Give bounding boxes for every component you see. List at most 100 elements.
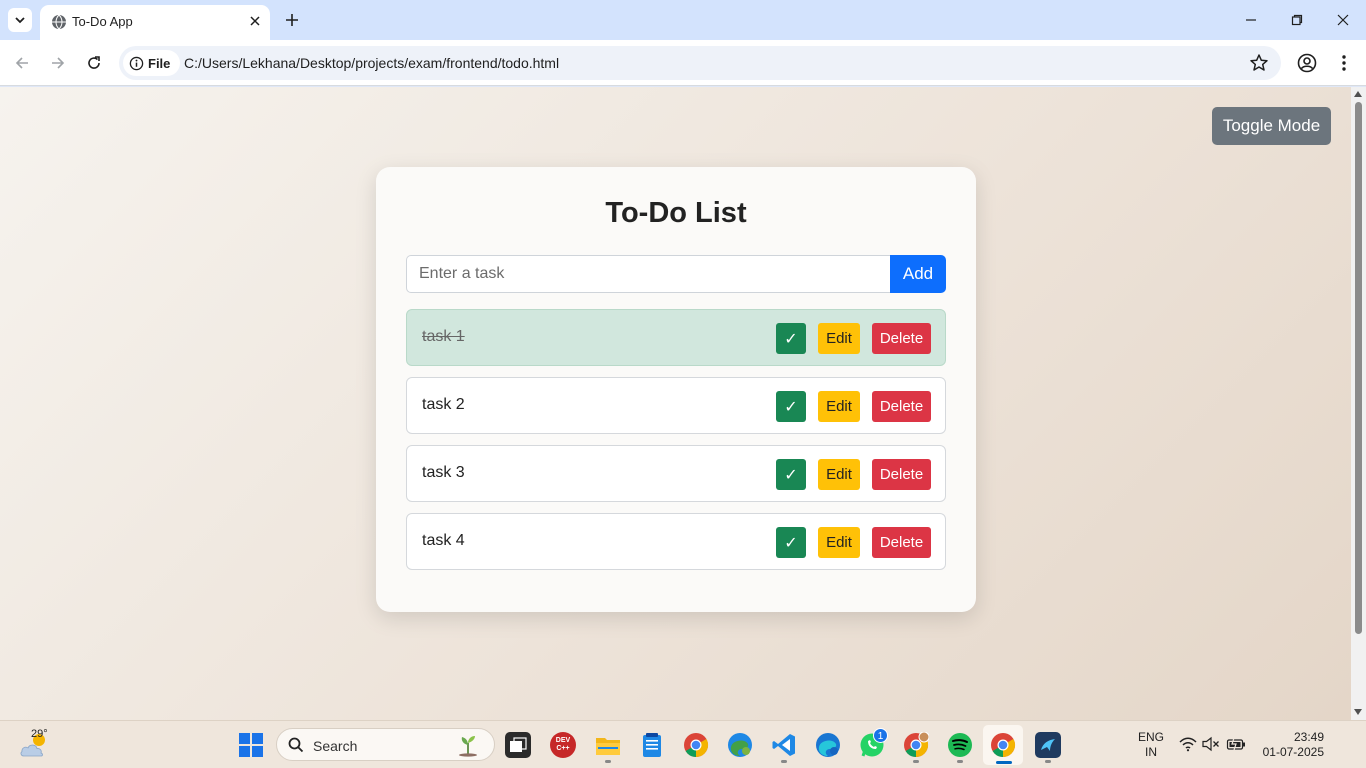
url-text[interactable]: C:/Users/Lekhana/Desktop/projects/exam/f… [184,55,559,71]
battery-icon[interactable] [1226,736,1246,752]
edge-beta-icon[interactable] [815,732,841,758]
new-tab-button[interactable] [282,10,302,30]
scroll-up-arrow-icon[interactable] [1354,91,1362,97]
tab-title: To-Do App [72,14,133,29]
vscode-glyph-icon [772,734,795,756]
running-indicator [913,760,919,763]
info-icon [129,56,144,70]
todo-card: To-Do List Add task 1 ✓ Edit Delete task 2 ✓ E… [376,167,976,612]
toggle-mode-button[interactable]: Toggle Mode [1212,107,1331,145]
running-indicator [605,760,611,763]
tab-close-button[interactable] [246,12,264,30]
add-button[interactable]: Add [890,255,946,293]
windows-start-icon[interactable] [239,733,263,757]
edit-task-button[interactable]: Edit [818,323,860,354]
chrome-glyph-icon [991,733,1016,757]
vscode-icon[interactable] [771,732,797,758]
profile-button[interactable] [1295,51,1319,75]
scroll-thumb[interactable] [1355,102,1362,634]
active-app-indicator [996,761,1012,764]
restore-button[interactable] [1285,8,1309,32]
globe-icon [52,14,66,30]
file-explorer-icon[interactable] [595,732,621,758]
task-text: task 1 [422,328,465,345]
menu-button[interactable] [1332,51,1356,75]
task-text: task 4 [422,532,465,549]
wifi-icon[interactable] [1179,736,1197,752]
delete-task-button[interactable]: Delete [872,323,931,354]
notepad-icon[interactable] [639,732,665,758]
browser-toolbar: File C:/Users/Lekhana/Desktop/projects/e… [0,40,1366,86]
region-code: IN [1145,745,1157,759]
running-indicator [1045,760,1051,763]
language-code: ENG [1138,730,1165,744]
task-text: task 2 [422,396,465,413]
notepad-glyph-icon [643,733,661,757]
delete-task-button[interactable]: Delete [872,527,931,558]
site-info-chip[interactable]: File [123,50,181,76]
minimize-button[interactable] [1239,8,1263,32]
dolphin-icon [1041,739,1055,751]
weather-temperature: 29° [31,728,48,740]
tab-search-button[interactable] [8,8,32,32]
language-indicator[interactable]: ENG IN [1138,730,1164,760]
forward-button[interactable] [46,51,70,75]
plant-icon [459,736,477,757]
edge-glyph-icon [728,733,752,757]
page-scrollbar[interactable] [1351,87,1366,720]
star-icon[interactable] [1249,53,1269,73]
edit-task-button[interactable]: Edit [818,391,860,422]
task-row: task 1 ✓ Edit Delete [406,309,946,366]
chrome-glyph-icon [904,732,929,757]
restore-icon [1291,14,1303,26]
complete-task-button[interactable]: ✓ [776,527,806,558]
whatsapp-badge: 1 [873,728,888,743]
edge-glyph-icon [816,733,840,757]
minimize-icon [1246,19,1256,21]
task-input[interactable] [406,255,890,293]
spotify-icon[interactable] [947,732,973,758]
chevron-down-icon [15,17,25,24]
complete-task-button[interactable]: ✓ [776,391,806,422]
complete-task-button[interactable]: ✓ [776,323,806,354]
site-chip-label: File [148,55,171,71]
plus-icon [286,14,298,26]
spotify-glyph-icon [948,733,972,757]
tab-todo-app[interactable]: To-Do App [40,5,270,40]
back-button[interactable] [10,51,34,75]
close-icon [1337,14,1349,26]
delete-task-button[interactable]: Delete [872,391,931,422]
mysql-workbench-icon[interactable] [1035,732,1061,758]
chrome-profile-icon[interactable] [903,732,929,758]
delete-task-button[interactable]: Delete [872,459,931,490]
edge-icon[interactable] [727,732,753,758]
edit-task-button[interactable]: Edit [818,527,860,558]
running-indicator [957,760,963,763]
system-clock[interactable]: 23:49 01-07-2025 [1258,730,1324,760]
taskbar-search[interactable]: Search [276,728,495,761]
chrome-active-icon[interactable] [990,732,1016,758]
arrow-right-icon [52,57,65,69]
address-bar[interactable]: File C:/Users/Lekhana/Desktop/projects/e… [119,46,1281,80]
more-vertical-icon [1342,55,1346,71]
devcpp-icon[interactable]: DEV C++ [550,732,576,758]
clock-time: 23:49 [1293,730,1324,744]
edit-task-button[interactable]: Edit [818,459,860,490]
task-text: task 3 [422,464,465,481]
window-close-button[interactable] [1331,8,1355,32]
page-viewport: Toggle Mode To-Do List Add task 1 ✓ Edit De… [0,87,1351,720]
volume-muted-icon[interactable] [1202,736,1220,752]
scroll-down-arrow-icon[interactable] [1354,709,1362,715]
reload-icon [88,56,100,69]
chrome-icon[interactable] [683,732,709,758]
task-row: task 3 ✓ Edit Delete [406,445,946,502]
windows-taskbar: 29° Search DEV C++ 1 ENG IN 23:49 01-07-… [0,720,1366,768]
task-view-icon[interactable] [505,732,531,758]
page-title: To-Do List [605,197,747,229]
reload-button[interactable] [82,51,106,75]
complete-task-button[interactable]: ✓ [776,459,806,490]
task-row: task 2 ✓ Edit Delete [406,377,946,434]
devcpp-label: DEV C++ [555,737,571,752]
close-icon [250,16,260,26]
running-indicator [781,760,787,763]
